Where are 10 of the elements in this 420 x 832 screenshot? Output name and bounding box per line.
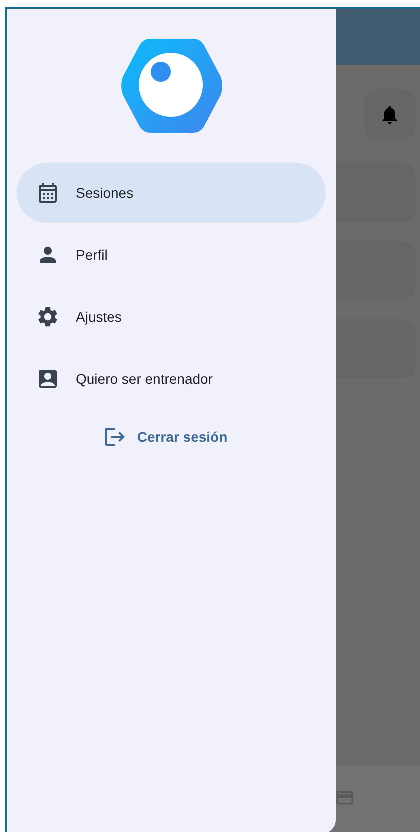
drawer-item[interactable]: Ajustes — [17, 287, 326, 347]
drawer-item[interactable]: Sesiones — [17, 163, 326, 223]
notifications-button[interactable] — [364, 89, 416, 141]
contact-card-icon — [36, 367, 60, 391]
settings-icon — [36, 305, 60, 329]
calendar-icon — [36, 181, 60, 205]
logout-icon — [103, 425, 128, 449]
drawer-item[interactable]: Quiero ser entrenador — [17, 349, 326, 409]
drawer-item[interactable]: Perfil — [17, 225, 326, 285]
logout-button[interactable]: Cerrar sesión — [103, 425, 228, 449]
